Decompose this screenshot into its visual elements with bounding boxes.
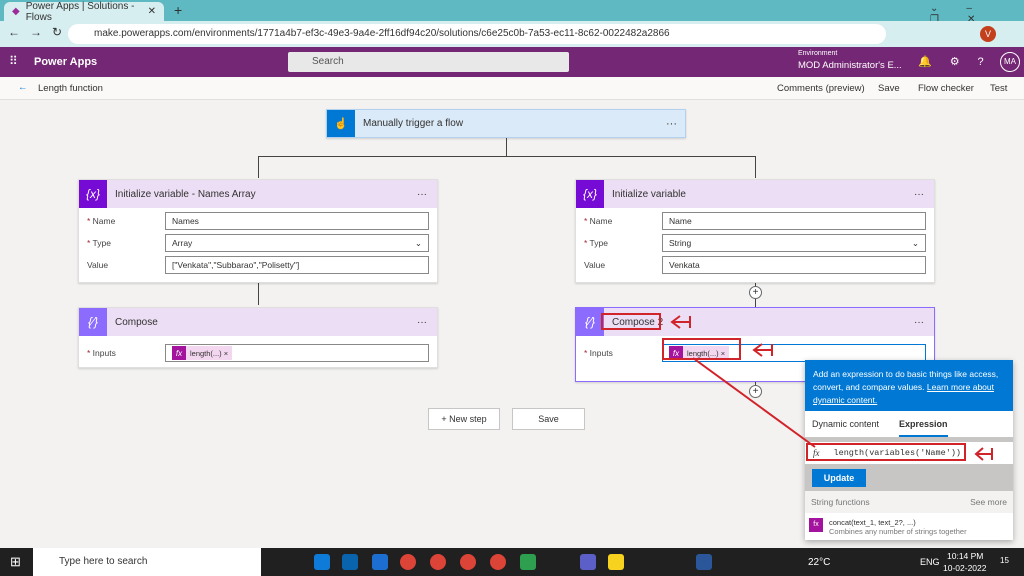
chrome-icon[interactable] (430, 554, 446, 570)
taskbar: ⊞ Type here to search 22°C ENG 10:14 PM … (0, 548, 1024, 576)
teams-icon[interactable] (580, 554, 596, 570)
chrome-icon[interactable] (490, 554, 506, 570)
sticky-notes-icon[interactable] (608, 554, 624, 570)
chrome-icon[interactable] (400, 554, 416, 570)
word-icon[interactable] (696, 554, 712, 570)
windows-start-icon[interactable]: ⊞ (10, 554, 21, 570)
edge-icon[interactable] (314, 554, 330, 570)
notification-center[interactable]: 15 (1000, 556, 1009, 565)
app-icon[interactable] (372, 554, 388, 570)
clock[interactable]: 10:14 PM (947, 551, 983, 561)
annotation-arrows (670, 315, 993, 461)
taskbar-search[interactable]: Type here to search (33, 548, 261, 576)
chrome-icon[interactable] (460, 554, 476, 570)
outlook-icon[interactable] (342, 554, 358, 570)
app-icon[interactable] (520, 554, 536, 570)
